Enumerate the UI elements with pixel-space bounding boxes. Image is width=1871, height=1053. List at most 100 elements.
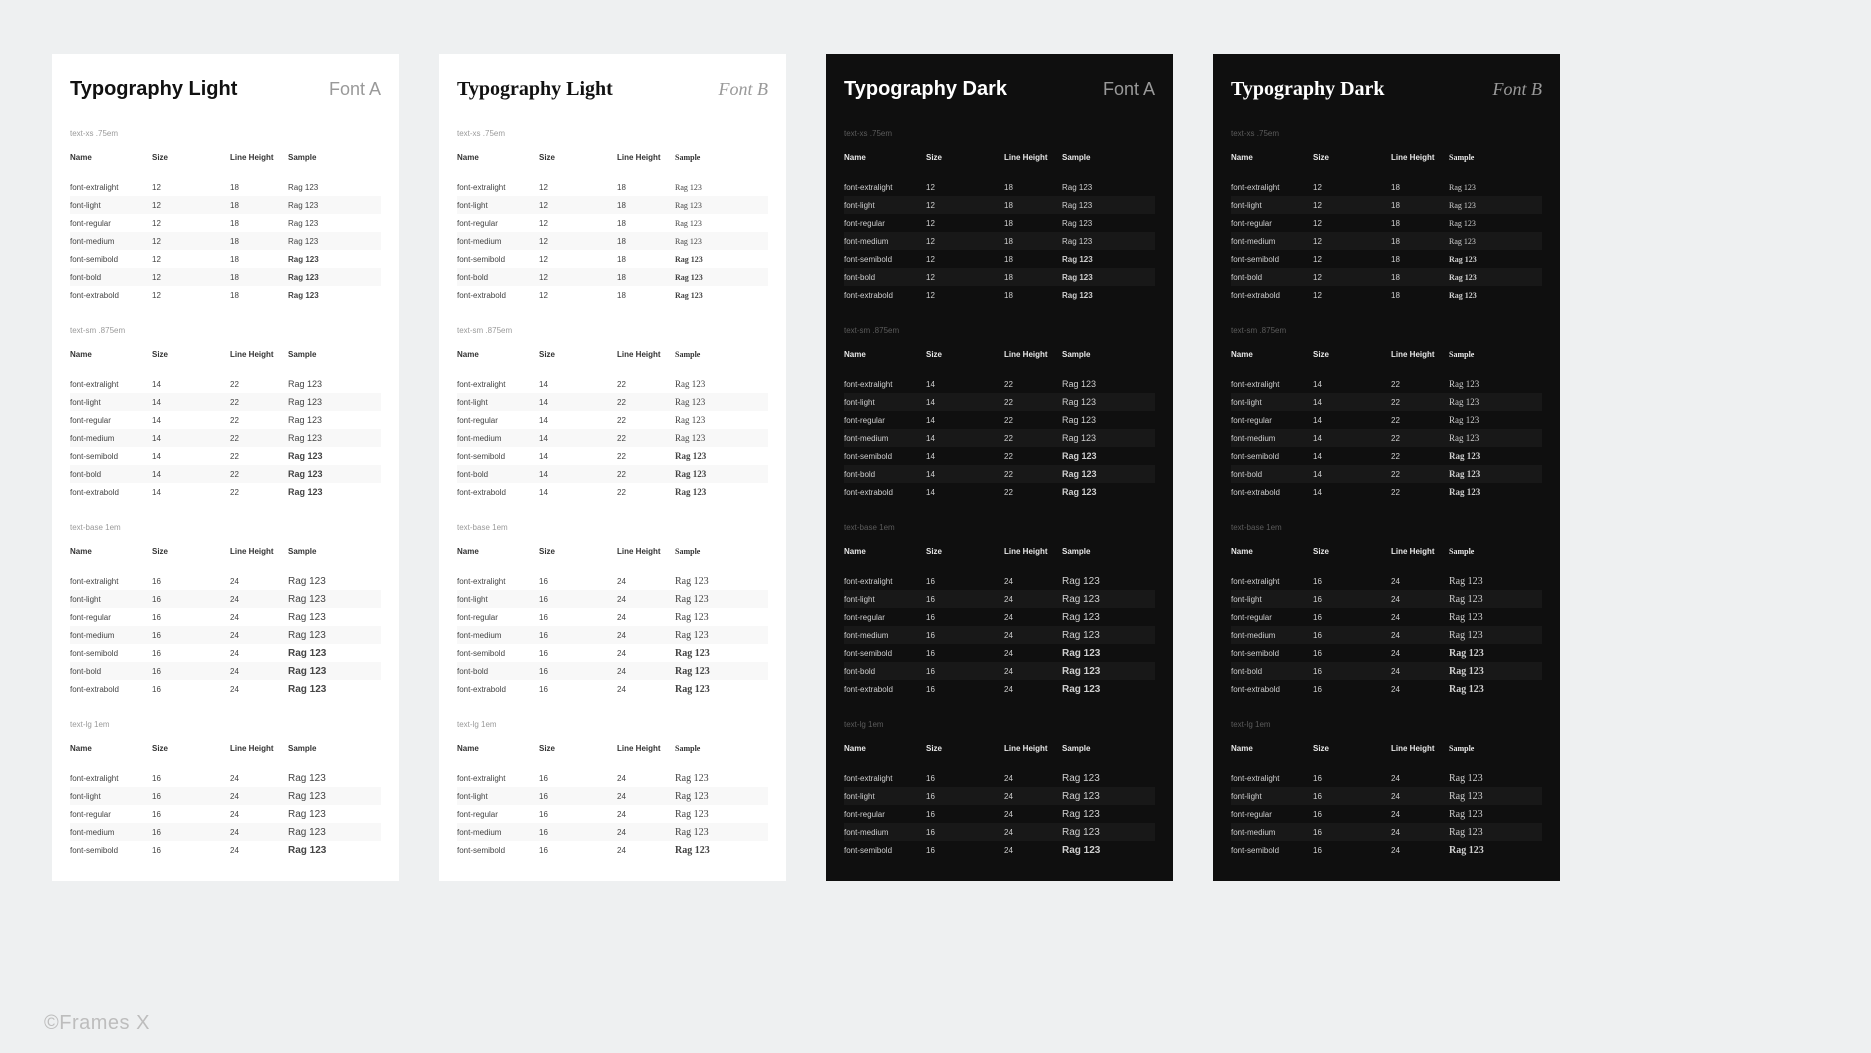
cell-name: font-medium <box>844 828 926 837</box>
cell-line-height: 18 <box>230 237 288 246</box>
cell-line-height: 18 <box>230 201 288 210</box>
table-row: font-regular1422Rag 123 <box>1231 411 1542 429</box>
cell-size: 12 <box>152 219 230 228</box>
cell-name: font-medium <box>844 237 926 246</box>
cell-size: 12 <box>1313 183 1391 192</box>
cell-size: 14 <box>926 416 1004 425</box>
cell-size: 16 <box>926 846 1004 855</box>
cell-sample: Rag 123 <box>1062 827 1155 838</box>
table-row: font-medium1624Rag 123 <box>1231 823 1542 841</box>
col-header-name: Name <box>844 744 926 753</box>
cell-name: font-semibold <box>70 255 152 264</box>
cell-line-height: 24 <box>1004 792 1062 801</box>
table-row: font-semibold1624Rag 123 <box>844 841 1155 859</box>
cell-size: 12 <box>539 201 617 210</box>
cell-name: font-semibold <box>457 255 539 264</box>
cell-line-height: 24 <box>230 577 288 586</box>
cell-size: 14 <box>152 452 230 461</box>
type-section: text-sm .875emNameSizeLine HeightSamplef… <box>457 326 768 501</box>
cell-size: 16 <box>152 792 230 801</box>
cell-sample: Rag 123 <box>288 827 381 838</box>
type-section: text-lg 1emNameSizeLine HeightSamplefont… <box>844 720 1155 859</box>
cell-line-height: 18 <box>617 201 675 210</box>
table-row: font-semibold1422Rag 123 <box>844 447 1155 465</box>
cell-name: font-medium <box>457 828 539 837</box>
table-row: font-regular1624Rag 123 <box>457 805 768 823</box>
cell-size: 16 <box>1313 810 1391 819</box>
table-row: font-light1624Rag 123 <box>70 787 381 805</box>
table-row: font-medium1624Rag 123 <box>844 626 1155 644</box>
type-section: text-xs .75emNameSizeLine HeightSamplefo… <box>844 129 1155 304</box>
cell-size: 14 <box>539 434 617 443</box>
cell-size: 12 <box>152 183 230 192</box>
cell-sample: Rag 123 <box>1062 201 1155 210</box>
cell-size: 16 <box>152 828 230 837</box>
cell-size: 12 <box>152 291 230 300</box>
type-section: text-xs .75emNameSizeLine HeightSamplefo… <box>457 129 768 304</box>
cell-line-height: 24 <box>230 846 288 855</box>
table-row: font-bold1422Rag 123 <box>1231 465 1542 483</box>
type-section: text-lg 1emNameSizeLine HeightSamplefont… <box>457 720 768 859</box>
cell-line-height: 24 <box>617 595 675 604</box>
cell-sample: Rag 123 <box>288 845 381 856</box>
type-section: text-sm .875emNameSizeLine HeightSamplef… <box>70 326 381 501</box>
cell-size: 16 <box>926 577 1004 586</box>
col-header-name: Name <box>70 350 152 359</box>
col-header-lh: Line Height <box>1391 547 1449 556</box>
cell-line-height: 24 <box>617 792 675 801</box>
cell-sample: Rag 123 <box>1062 791 1155 802</box>
cell-line-height: 18 <box>617 255 675 264</box>
cell-size: 16 <box>539 685 617 694</box>
cell-sample: Rag 123 <box>1062 666 1155 677</box>
cell-name: font-semibold <box>1231 846 1313 855</box>
cell-line-height: 18 <box>230 219 288 228</box>
cell-size: 14 <box>1313 380 1391 389</box>
cell-name: font-semibold <box>844 255 926 264</box>
cell-sample: Rag 123 <box>1449 219 1542 228</box>
cell-name: font-extralight <box>844 380 926 389</box>
cell-line-height: 22 <box>1391 488 1449 497</box>
cell-sample: Rag 123 <box>1449 487 1542 497</box>
cell-size: 12 <box>152 237 230 246</box>
cell-sample: Rag 123 <box>1062 612 1155 623</box>
cell-name: font-extralight <box>457 380 539 389</box>
cell-size: 16 <box>1313 774 1391 783</box>
cell-size: 12 <box>926 237 1004 246</box>
cell-sample: Rag 123 <box>675 666 768 677</box>
cell-line-height: 18 <box>230 255 288 264</box>
cell-sample: Rag 123 <box>1449 237 1542 246</box>
type-section: text-sm .875emNameSizeLine HeightSamplef… <box>844 326 1155 501</box>
table-row: font-semibold1624Rag 123 <box>457 644 768 662</box>
table-row: font-light1422Rag 123 <box>844 393 1155 411</box>
cell-line-height: 22 <box>230 470 288 479</box>
table-row: font-medium1422Rag 123 <box>844 429 1155 447</box>
cell-sample: Rag 123 <box>1449 773 1542 784</box>
table-row: font-light1422Rag 123 <box>457 393 768 411</box>
cell-sample: Rag 123 <box>1449 255 1542 264</box>
table-header-row: NameSizeLine HeightSample <box>70 542 381 560</box>
table-row: font-extralight1624Rag 123 <box>844 769 1155 787</box>
cell-sample: Rag 123 <box>675 273 768 282</box>
table-row: font-light1624Rag 123 <box>457 787 768 805</box>
table-row: font-regular1422Rag 123 <box>844 411 1155 429</box>
panel-header: Typography LightFont A <box>70 78 381 101</box>
cell-sample: Rag 123 <box>1062 487 1155 497</box>
cell-name: font-extrabold <box>457 291 539 300</box>
cell-name: font-extralight <box>844 183 926 192</box>
cell-size: 14 <box>1313 470 1391 479</box>
cell-size: 16 <box>152 613 230 622</box>
col-header-sample: Sample <box>1449 350 1542 359</box>
cell-line-height: 18 <box>1391 291 1449 300</box>
cell-sample: Rag 123 <box>675 791 768 802</box>
cell-size: 14 <box>1313 398 1391 407</box>
cell-name: font-semibold <box>457 452 539 461</box>
cell-line-height: 24 <box>617 774 675 783</box>
cell-line-height: 22 <box>230 452 288 461</box>
cell-name: font-light <box>844 398 926 407</box>
cell-sample: Rag 123 <box>288 291 381 300</box>
cell-sample: Rag 123 <box>1062 845 1155 856</box>
cell-size: 16 <box>1313 631 1391 640</box>
table-row: font-extralight1422Rag 123 <box>844 375 1155 393</box>
cell-size: 14 <box>539 452 617 461</box>
col-header-sample: Sample <box>675 547 768 556</box>
